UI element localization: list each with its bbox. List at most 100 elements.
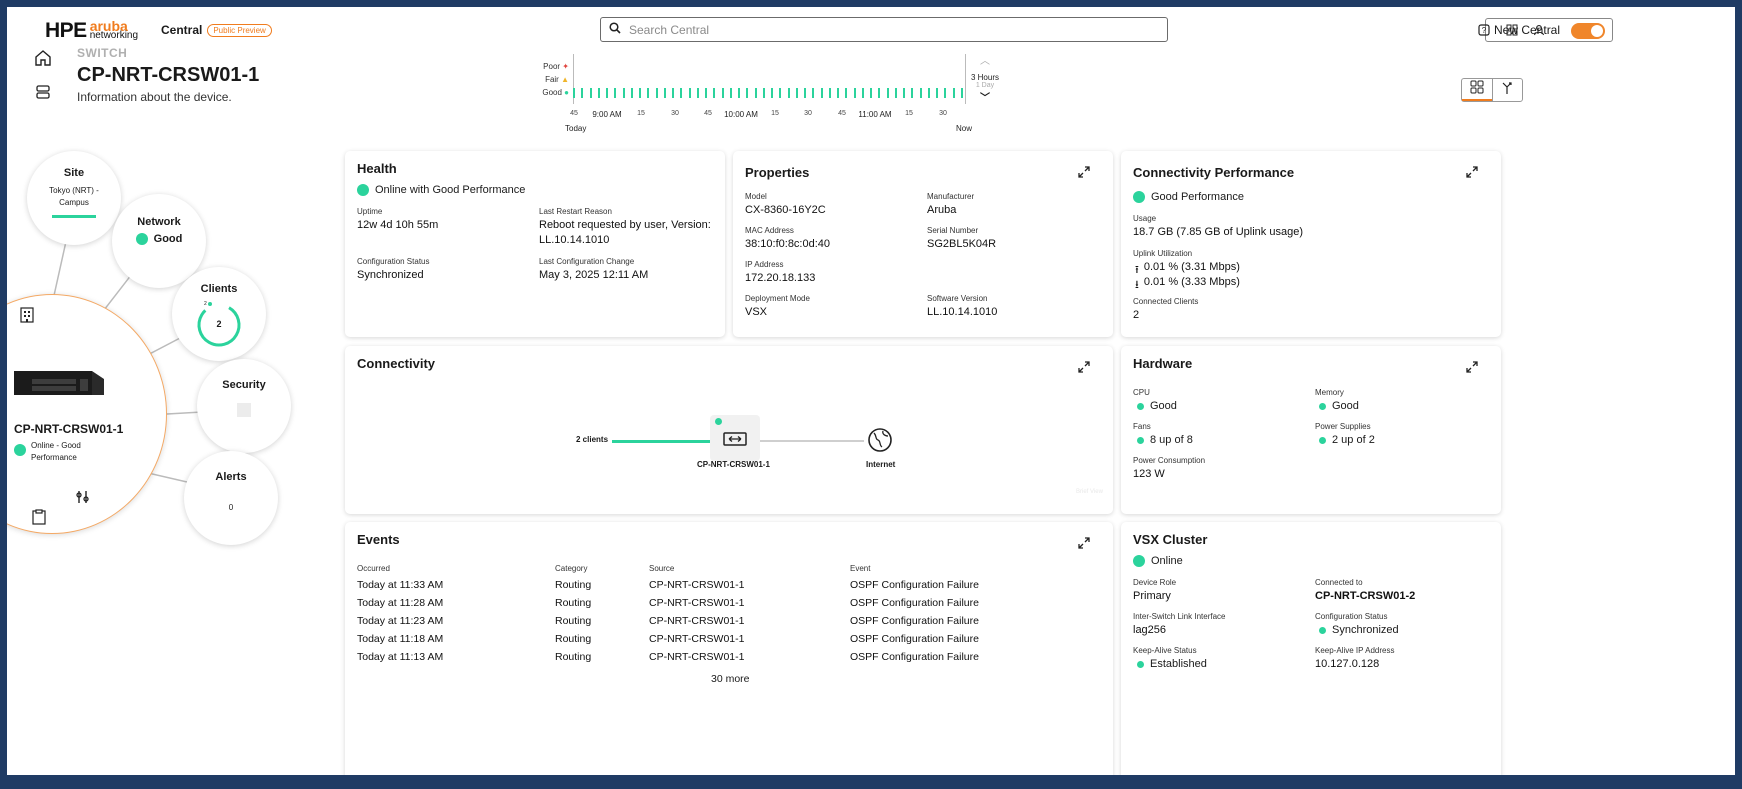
timeline-health-bar[interactable] <box>787 88 790 98</box>
clients-bubble[interactable]: Clients 2 2 <box>172 267 266 361</box>
help-icon[interactable]: ? <box>1476 22 1492 38</box>
timeline-health-bar[interactable] <box>622 88 625 98</box>
timeline-health-bar[interactable] <box>894 88 897 98</box>
timeline-health-bar[interactable] <box>853 88 856 98</box>
timeline-health-bar[interactable] <box>639 88 641 98</box>
clipboard-icon[interactable] <box>32 509 46 530</box>
config-status-label: Configuration Status <box>357 257 430 266</box>
timeline-health-bar[interactable] <box>927 88 930 98</box>
timeline-health-bar[interactable] <box>878 88 881 98</box>
timeline-health-bar[interactable] <box>754 88 757 98</box>
col-source[interactable]: Source <box>649 564 850 579</box>
timeline-health-bar[interactable] <box>779 88 782 98</box>
timeline-health-bar[interactable] <box>573 88 575 98</box>
timeline-health-bar[interactable] <box>614 88 617 98</box>
expand-icon[interactable] <box>1077 360 1091 374</box>
timeline-health-bar[interactable] <box>919 88 922 98</box>
timeline-health-bar[interactable] <box>936 88 938 98</box>
clients-node-label[interactable]: 2 clients <box>576 435 608 444</box>
col-category[interactable]: Category <box>555 564 649 579</box>
hpe-aruba-logo[interactable]: HPE aruba networking <box>45 19 138 43</box>
timeline-health-bar[interactable] <box>738 88 740 98</box>
alerts-bubble[interactable]: Alerts 0 <box>184 451 278 545</box>
connected-to-link[interactable]: CP-NRT-CRSW01-2 <box>1315 590 1415 602</box>
timeline-health-bar[interactable] <box>696 88 699 98</box>
timeline-health-bar[interactable] <box>680 88 683 98</box>
security-bubble[interactable]: Security <box>197 359 291 453</box>
timeline-health-bar[interactable] <box>688 88 691 98</box>
time-range-selector[interactable]: ︿ 3 Hours 1 Day ﹀ <box>965 52 1005 104</box>
table-row[interactable]: Today at 11:28 AM Routing CP-NRT-CRSW01-1 O… <box>357 597 1050 615</box>
home-icon[interactable] <box>33 48 53 68</box>
timeline-health-bar[interactable] <box>589 88 592 98</box>
view-toggle[interactable] <box>1461 78 1523 102</box>
table-row[interactable]: Today at 11:33 AM Routing CP-NRT-CRSW01-1 O… <box>357 579 1050 597</box>
internet-globe-icon[interactable] <box>867 427 893 458</box>
chevron-down-icon[interactable]: ﹀ <box>965 89 1005 104</box>
role-value: Primary <box>1133 590 1171 602</box>
timeline-health-bar[interactable] <box>663 88 666 98</box>
timeline-health-bar[interactable] <box>721 88 724 98</box>
toggle-switch[interactable] <box>1571 23 1605 39</box>
timeline-health-bar[interactable] <box>911 88 914 98</box>
timeline-health-bar[interactable] <box>845 88 848 98</box>
more-events-link[interactable]: 30 more <box>711 673 750 685</box>
timeline-health-bar[interactable] <box>804 88 806 98</box>
timeline-health-bar[interactable] <box>886 88 889 98</box>
table-row[interactable]: Today at 11:23 AM Routing CP-NRT-CRSW01-1 O… <box>357 615 1050 633</box>
timeline-health-bar[interactable] <box>713 88 716 98</box>
sw-value: LL.10.14.1010 <box>927 306 998 318</box>
apps-grid-icon[interactable] <box>1504 22 1520 38</box>
timeline-health-bar[interactable] <box>952 88 955 98</box>
timeline-health-bar[interactable] <box>606 88 608 98</box>
range-selected[interactable]: 3 Hours <box>965 73 1005 82</box>
expand-icon[interactable] <box>1077 165 1091 179</box>
site-bubble[interactable]: Site Tokyo (NRT) - Campus <box>27 151 121 245</box>
building-icon[interactable] <box>20 307 34 328</box>
range-next[interactable]: 1 Day <box>965 82 1005 89</box>
timeline-health-bar[interactable] <box>861 88 864 98</box>
timeline-health-bar[interactable] <box>837 88 839 98</box>
timeline-health-bar[interactable] <box>581 88 584 98</box>
timeline-health-bar[interactable] <box>672 88 674 98</box>
timeline-health-bar[interactable] <box>944 88 947 98</box>
devices-list-icon[interactable] <box>33 82 53 102</box>
timeline-health-bar[interactable] <box>647 88 650 98</box>
expand-icon[interactable] <box>1465 165 1479 179</box>
connperf-status: Good Performance <box>1133 191 1244 203</box>
health-timeline[interactable]: Poor ✦ Fair ▲ Good ● 45 9:00 AM 15 30 45… <box>537 52 1007 142</box>
timeline-health-bar[interactable] <box>597 88 600 98</box>
grid-view-button[interactable] <box>1462 79 1492 101</box>
topology-view-button[interactable] <box>1491 79 1523 101</box>
timeline-health-bar[interactable] <box>705 88 707 98</box>
timeline-health-bar[interactable] <box>960 88 963 98</box>
timeline-health-bar[interactable] <box>746 88 749 98</box>
col-occurred[interactable]: Occurred <box>357 564 555 579</box>
chevron-up-icon[interactable]: ︿ <box>965 52 1005 67</box>
timeline-health-bar[interactable] <box>771 88 773 98</box>
timeline-health-bar[interactable] <box>903 88 905 98</box>
network-bubble[interactable]: Network Good <box>112 194 206 288</box>
timeline-health-bar[interactable] <box>655 88 658 98</box>
switch-node[interactable] <box>710 415 760 461</box>
uplink-download: ⭳ 0.01 % (3.33 Mbps) <box>1135 276 1240 295</box>
timeline-health-bar[interactable] <box>729 88 732 98</box>
user-icon[interactable] <box>1531 22 1547 38</box>
timeline-health-bar[interactable] <box>820 88 823 98</box>
security-placeholder-icon <box>237 403 251 417</box>
expand-icon[interactable] <box>1465 360 1479 374</box>
tools-icon[interactable] <box>75 489 91 510</box>
expand-icon[interactable] <box>1077 536 1091 550</box>
table-row[interactable]: Today at 11:13 AM Routing CP-NRT-CRSW01-1 O… <box>357 651 1050 669</box>
table-row[interactable]: Today at 11:18 AM Routing CP-NRT-CRSW01-1 O… <box>357 633 1050 651</box>
timeline-health-bar[interactable] <box>762 88 765 98</box>
timeline-health-bar[interactable] <box>828 88 831 98</box>
search-input[interactable]: Search Central <box>600 17 1168 42</box>
timeline-health-bar[interactable] <box>630 88 633 98</box>
timeline-health-bar[interactable] <box>812 88 815 98</box>
events-card: Events Occurred Category Source Event To… <box>345 522 1113 775</box>
breadcrumb[interactable]: SWITCH <box>77 46 127 60</box>
timeline-health-bar[interactable] <box>795 88 798 98</box>
col-event[interactable]: Event <box>850 564 1050 579</box>
timeline-health-bar[interactable] <box>870 88 872 98</box>
